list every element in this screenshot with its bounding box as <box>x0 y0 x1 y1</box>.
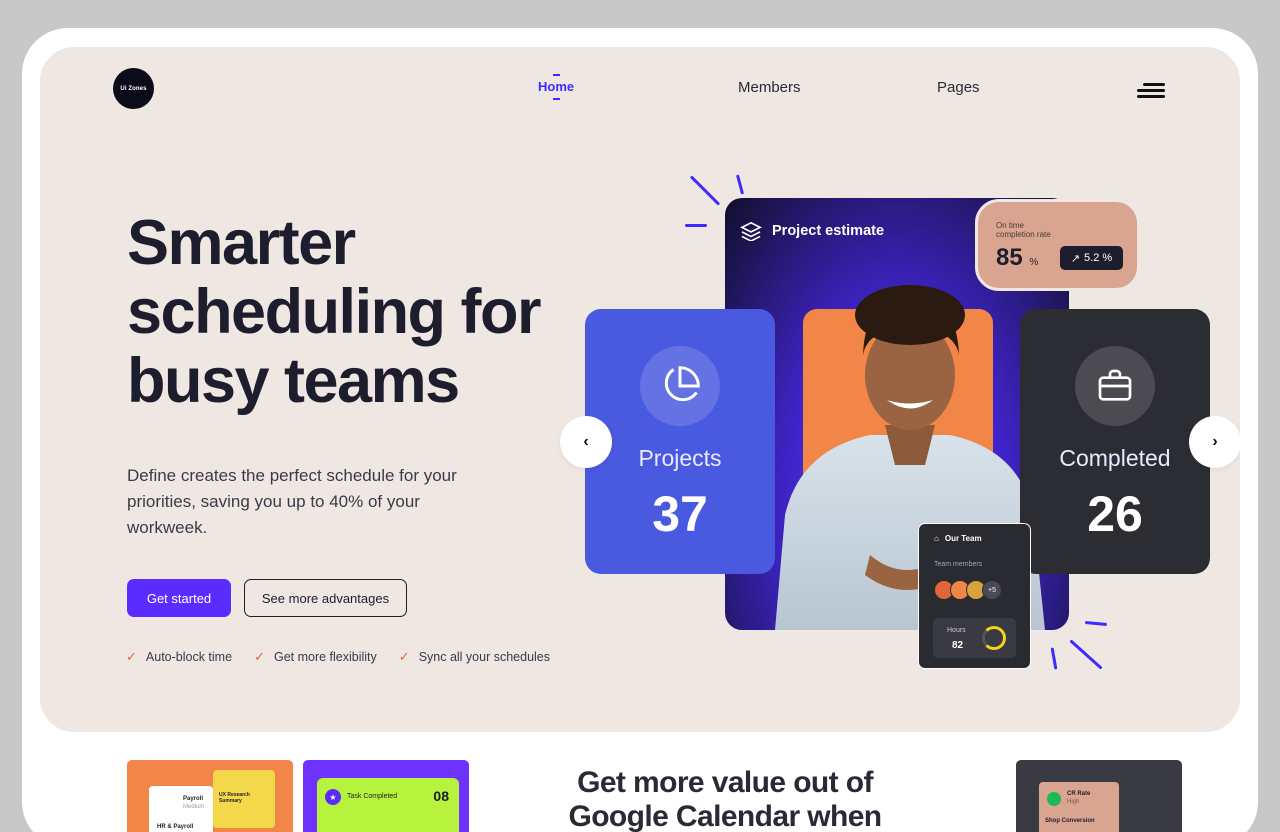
hr-payroll-label: HR & Payroll <box>157 824 194 830</box>
decor-stroke <box>1069 639 1103 670</box>
hero-section: Ui Zones Home Members Pages Smarter sche… <box>40 47 1240 732</box>
section-title: Get more value out of Google Calendar wh… <box>568 766 882 832</box>
decor-stroke <box>1084 621 1108 626</box>
star-icon: ★ <box>325 789 341 805</box>
completed-label: Completed <box>1059 445 1171 471</box>
project-estimate-label: Project estimate <box>772 223 885 239</box>
team-avatars: +5 <box>934 580 1002 600</box>
spotify-icon <box>1047 792 1061 806</box>
cr-rate-tile: CR Rate High Shop Conversion <box>1039 782 1119 832</box>
hours-widget: Hours 82 <box>933 618 1016 658</box>
check-icon: ✓ <box>398 649 410 664</box>
layers-icon <box>740 221 762 241</box>
projects-label: Projects <box>638 445 722 471</box>
nav-members[interactable]: Members <box>738 79 801 96</box>
chevron-left-icon[interactable]: ‹ <box>560 416 612 468</box>
logo[interactable]: Ui Zones <box>113 68 154 109</box>
team-icon: ⌂ <box>934 534 939 543</box>
completed-card[interactable]: Completed 26 <box>1020 309 1210 574</box>
ux-research-label: UX Research Summary <box>219 792 250 804</box>
nav-pages[interactable]: Pages <box>937 79 980 96</box>
rate-change-badge: ↗ 5.2 % <box>1060 246 1123 270</box>
conversion-preview-card: CR Rate High Shop Conversion <box>1016 760 1182 832</box>
cr-rate-label: CR Rate <box>1067 791 1091 797</box>
nav-home[interactable]: Home <box>538 74 574 100</box>
trend-up-icon: ↗ <box>1070 252 1081 265</box>
hours-value: 82 <box>952 640 964 651</box>
hero-description: Define creates the perfect schedule for … <box>127 466 457 537</box>
hours-progress-ring <box>982 626 1006 650</box>
logo-text: Ui Zones <box>120 85 147 92</box>
briefcase-icon <box>1075 346 1155 426</box>
task-completed-count: 08 <box>433 788 449 804</box>
get-started-button[interactable]: Get started <box>127 579 231 617</box>
extra-members-count: +5 <box>982 580 1002 600</box>
payroll-preview-card: Payroll Medium HR & Payroll UX Research … <box>127 760 293 832</box>
payroll-tile: Payroll Medium HR & Payroll <box>149 786 213 832</box>
payroll-label: Payroll <box>183 796 204 802</box>
completion-rate-label: On time completion rate <box>996 221 1051 239</box>
team-header: ⌂ Our Team <box>934 534 982 543</box>
check-item: ✓ Auto-block time <box>126 649 233 664</box>
project-estimate-header: Project estimate <box>740 221 884 241</box>
task-completed-label: Task Completed <box>347 793 398 800</box>
check-icon: ✓ <box>254 649 265 664</box>
check-icon: ✓ <box>126 649 137 664</box>
pie-chart-icon <box>640 346 720 426</box>
decor-stroke <box>1050 647 1058 670</box>
decor-stroke <box>735 174 745 195</box>
chevron-right-icon[interactable]: › <box>1189 416 1240 468</box>
hours-label: Hours <box>947 627 966 634</box>
completed-count: 26 <box>1087 486 1143 542</box>
priority-label: Medium <box>183 804 205 810</box>
projects-count: 37 <box>652 486 708 542</box>
ux-research-tile: UX Research Summary <box>213 770 275 828</box>
check-item: ✓ Sync all your schedules <box>398 649 551 664</box>
feature-checklist: ✓ Auto-block time ✓ Get more flexibility ✓… <box>126 649 550 665</box>
shop-conversion-label: Shop Conversion <box>1045 818 1095 824</box>
see-advantages-button[interactable]: See more advantages <box>244 579 407 617</box>
decor-stroke <box>689 175 721 206</box>
completion-rate-card: On time completion rate 85 % ↗ 5.2 % <box>975 199 1140 291</box>
task-tile: ★ Task Completed 08 <box>317 778 459 832</box>
team-members-label: Team members <box>934 561 983 568</box>
decor-stroke <box>685 224 707 227</box>
task-preview-card: ★ Task Completed 08 <box>303 760 469 832</box>
projects-card[interactable]: Projects 37 <box>585 309 775 574</box>
check-item: ✓ Get more flexibility <box>254 649 377 664</box>
completion-rate-value: 85 % <box>996 244 1039 271</box>
menu-icon[interactable] <box>1137 83 1165 99</box>
cr-priority-label: High <box>1067 799 1080 805</box>
our-team-card[interactable]: ⌂ Our Team Team members +5 Hours 82 <box>918 523 1031 669</box>
hero-title: Smarter scheduling for busy teams <box>127 208 542 416</box>
